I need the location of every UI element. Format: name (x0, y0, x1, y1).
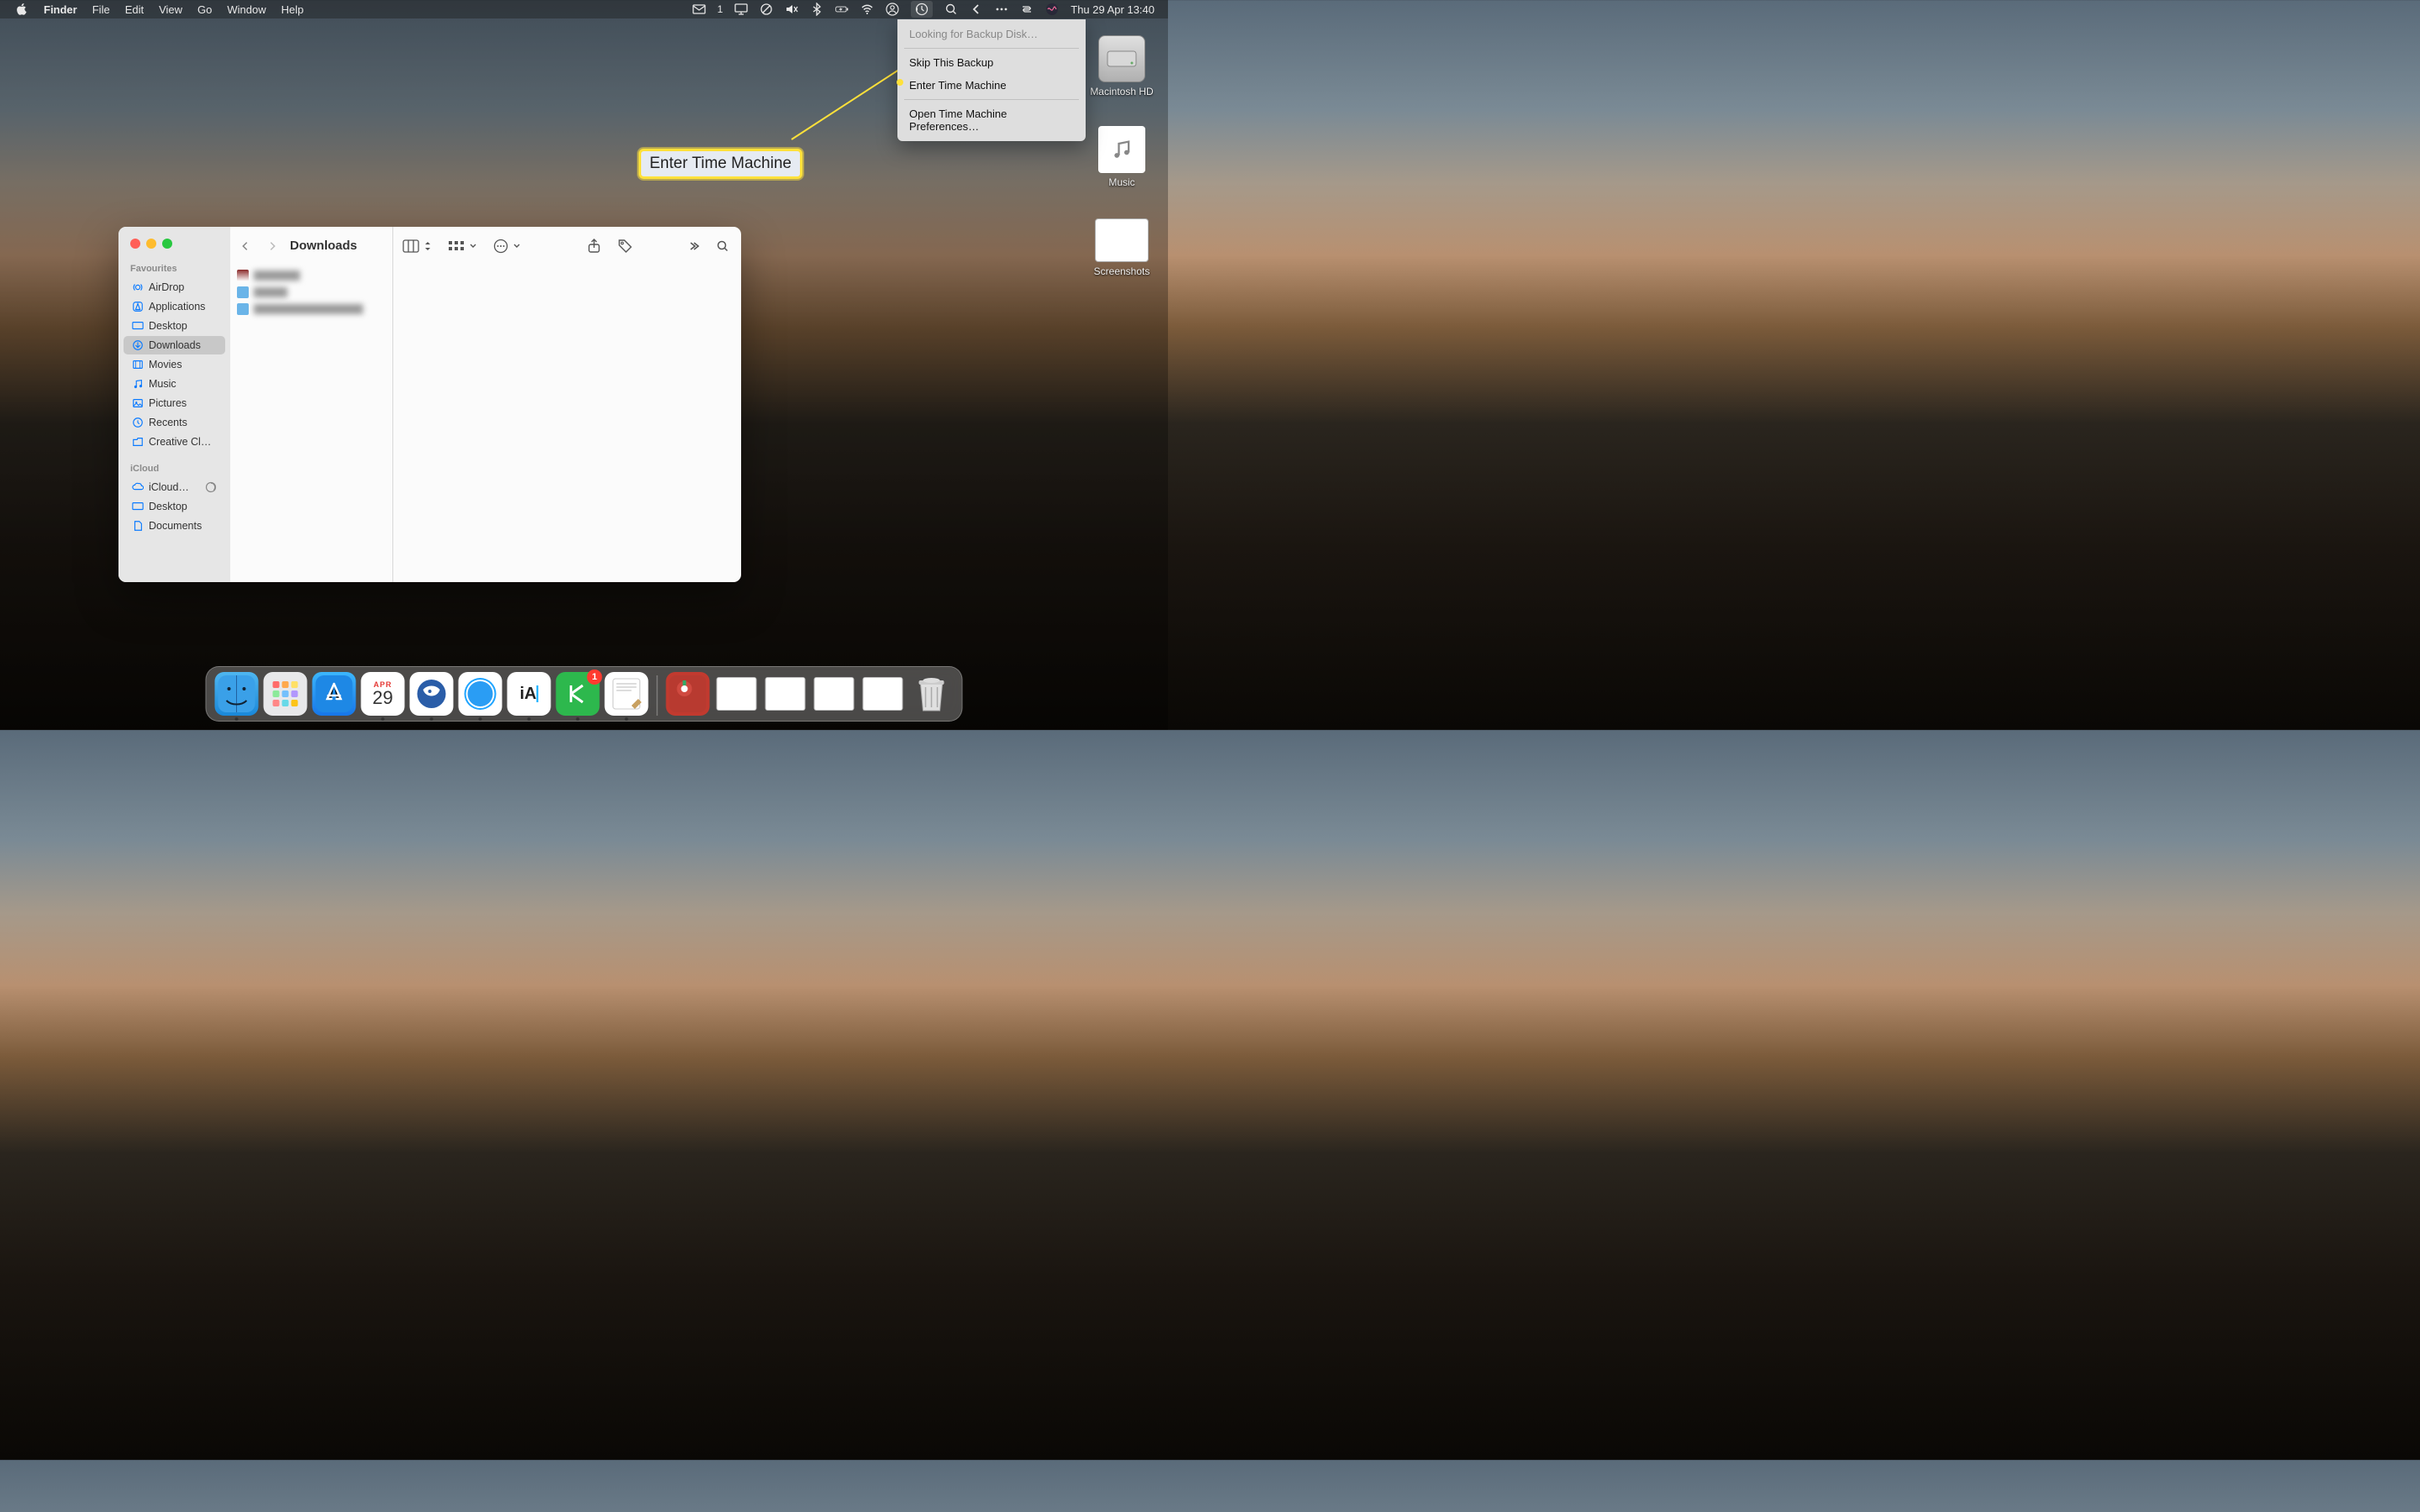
hard-drive-icon (1098, 35, 1145, 82)
column-1[interactable] (230, 227, 393, 582)
time-machine-icon[interactable] (911, 1, 933, 18)
desktop-icon-label: Macintosh HD (1090, 86, 1153, 97)
dock-textedit[interactable] (605, 672, 649, 716)
user-icon[interactable] (886, 3, 899, 17)
screenshots-folder-icon (1095, 218, 1149, 262)
view-group-icon[interactable] (448, 240, 476, 252)
dock-app-green[interactable]: 1 (556, 672, 600, 716)
dock-launchpad[interactable] (264, 672, 308, 716)
dock: APR29 iA 1 (206, 666, 963, 722)
dock-finder[interactable] (215, 672, 259, 716)
file-item[interactable] (230, 267, 392, 284)
wifi-icon[interactable] (860, 3, 874, 17)
menu-view[interactable]: View (159, 3, 182, 16)
finder-toolbar: Downloads (118, 227, 741, 265)
control-center-icon[interactable] (1020, 3, 1034, 17)
sidebar-recents[interactable]: Recents (124, 413, 225, 432)
file-item[interactable] (230, 301, 392, 318)
apple-menu-icon[interactable] (15, 3, 29, 17)
siri-icon[interactable] (1045, 3, 1059, 17)
dock-appstore[interactable] (313, 672, 356, 716)
action-menu-icon[interactable] (493, 239, 520, 254)
tm-preferences[interactable]: Open Time Machine Preferences… (897, 102, 1086, 138)
sidebar-downloads[interactable]: Downloads (124, 336, 225, 354)
toolbar-overflow-icon[interactable] (687, 240, 699, 252)
sidebar-airdrop[interactable]: AirDrop (124, 278, 225, 297)
time-machine-dropdown: Looking for Backup Disk… Skip This Backu… (897, 19, 1086, 141)
dock-recent-doc-1[interactable] (715, 672, 759, 716)
tag-icon[interactable] (618, 239, 633, 254)
file-item[interactable] (230, 284, 392, 301)
battery-icon[interactable] (835, 3, 849, 17)
sidebar-icloud-documents[interactable]: Documents (124, 517, 225, 535)
sidebar-movies[interactable]: Movies (124, 355, 225, 374)
sidebar-creative-cloud[interactable]: Creative Cl… (124, 433, 225, 451)
dock-recent-doc-3[interactable] (813, 672, 856, 716)
finder-title: Downloads (290, 239, 357, 253)
section-icloud: iCloud (118, 460, 230, 477)
annotation-callout: Enter Time Machine (639, 149, 802, 179)
datetime[interactable]: Thu 29 Apr 13:40 (1071, 3, 1155, 16)
dock-recent-doc-2[interactable] (764, 672, 808, 716)
menu-go[interactable]: Go (197, 3, 212, 16)
finder-window: Downloads Favourites AirDrop Application… (118, 227, 741, 582)
desktop-icon-label: Music (1108, 176, 1134, 188)
sidebar-desktop[interactable]: Desktop (124, 317, 225, 335)
dock-ia-writer[interactable]: iA (508, 672, 551, 716)
dock-item-red[interactable] (666, 672, 710, 716)
menu-window[interactable]: Window (227, 3, 266, 16)
dock-calendar[interactable]: APR29 (361, 672, 405, 716)
tm-enter[interactable]: Enter Time Machine (897, 74, 1086, 97)
bluetooth-icon[interactable] (810, 3, 823, 17)
mail-status-icon[interactable] (692, 3, 706, 17)
music-folder-icon (1098, 126, 1145, 173)
view-columns-icon[interactable] (402, 239, 431, 253)
menu-edit[interactable]: Edit (125, 3, 144, 16)
search-icon[interactable] (716, 239, 729, 253)
tm-skip-backup[interactable]: Skip This Backup (897, 51, 1086, 74)
display-icon[interactable] (734, 3, 748, 17)
nav-back-icon[interactable] (239, 240, 251, 252)
sidebar-icloud-desktop[interactable]: Desktop (124, 497, 225, 516)
desktop-icon-screenshots[interactable]: Screenshots (1080, 218, 1164, 277)
volume-mute-icon[interactable] (785, 3, 798, 17)
spotlight-icon[interactable] (944, 3, 958, 17)
sidebar-music[interactable]: Music (124, 375, 225, 393)
menu-file[interactable]: File (92, 3, 110, 16)
overflow-icon[interactable] (995, 3, 1008, 17)
annotation-dot (897, 79, 903, 86)
desktop-icon-label: Screenshots (1094, 265, 1150, 277)
desktop-icon-macintosh-hd[interactable]: Macintosh HD (1088, 35, 1155, 97)
dock-thunderbird[interactable] (410, 672, 454, 716)
dock-separator (657, 675, 658, 716)
menubar: Finder File Edit View Go Window Help 1 T… (0, 0, 1168, 18)
tm-status: Looking for Backup Disk… (897, 23, 1086, 45)
sidebar-icloud-drive[interactable]: iCloud… (124, 478, 225, 496)
dock-trash[interactable] (910, 672, 954, 716)
desktop-icon-music[interactable]: Music (1088, 126, 1155, 188)
menu-help[interactable]: Help (281, 3, 304, 16)
nav-forward-icon[interactable] (266, 240, 278, 252)
separator (904, 48, 1079, 49)
badge: 1 (587, 669, 602, 685)
finder-content (230, 227, 741, 582)
dock-safari[interactable] (459, 672, 502, 716)
calendar-day: 29 (372, 689, 392, 707)
chevron-left-icon[interactable] (970, 3, 983, 17)
separator (904, 99, 1079, 100)
app-name-menu[interactable]: Finder (44, 3, 77, 16)
sidebar-applications[interactable]: Applications (124, 297, 225, 316)
mail-count: 1 (718, 3, 723, 15)
dnd-icon[interactable] (760, 3, 773, 17)
sidebar-pictures[interactable]: Pictures (124, 394, 225, 412)
column-2[interactable] (393, 227, 741, 582)
dock-recent-doc-4[interactable] (861, 672, 905, 716)
finder-sidebar: Favourites AirDrop Applications Desktop … (118, 227, 230, 582)
share-icon[interactable] (587, 239, 601, 254)
